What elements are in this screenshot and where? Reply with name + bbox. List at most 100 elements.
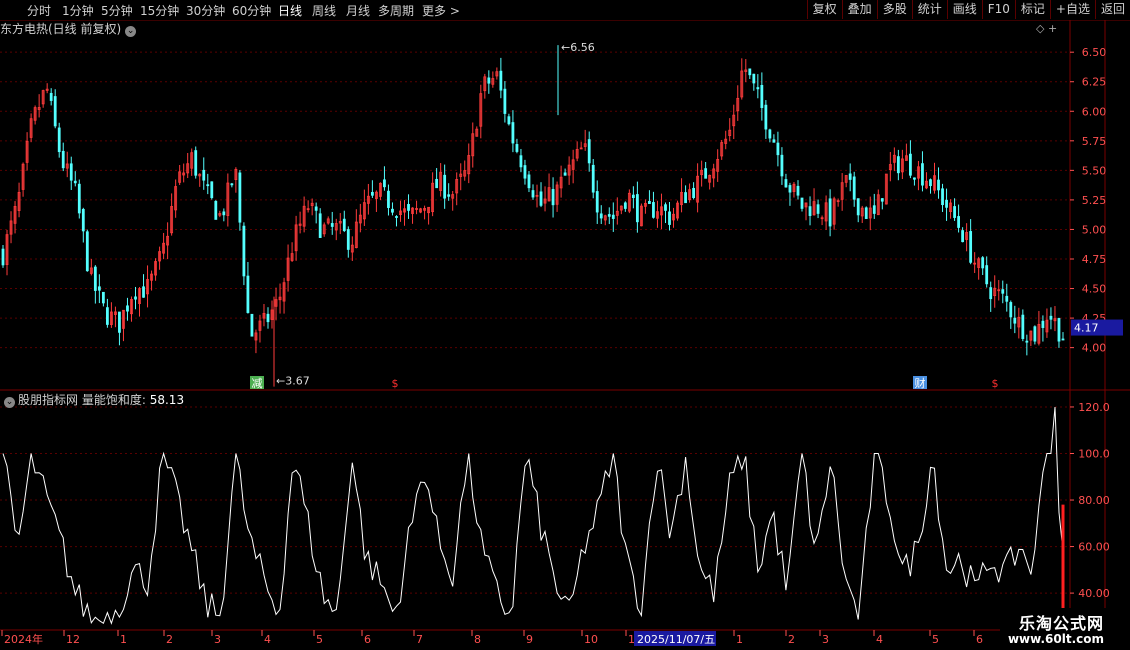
candle-body: [941, 188, 944, 206]
candle-body: [314, 206, 318, 211]
time-tick-label: 1: [120, 633, 127, 646]
price-tick-label: 5.75: [1082, 135, 1107, 148]
indicator-tick-label: 120.0: [1078, 401, 1110, 414]
candle-body: [383, 179, 386, 188]
candle-body: [848, 173, 852, 180]
time-tick-label: 12: [66, 633, 80, 646]
candle-body: [587, 139, 591, 164]
candle-body: [443, 174, 447, 199]
candle-body: [760, 85, 764, 108]
candle-body: [945, 199, 948, 208]
candle-body: [1057, 318, 1061, 342]
candle-body: [1013, 317, 1017, 324]
candle-body: [346, 229, 350, 250]
candle-body: [985, 265, 989, 285]
candle-body: [648, 200, 651, 204]
candle-body: [961, 230, 965, 243]
candle-body: [134, 296, 137, 300]
candle-body: [788, 185, 792, 193]
candle-body: [1021, 314, 1025, 339]
candle-body: [909, 153, 912, 176]
time-tick-label: 6: [976, 633, 983, 646]
candle-body: [523, 165, 527, 179]
candle-body: [391, 208, 394, 213]
price-tick-label: 4.00: [1082, 342, 1107, 355]
candle-body: [631, 194, 635, 199]
candle-body: [591, 164, 595, 193]
candle-body: [1061, 338, 1065, 341]
candle-body: [852, 176, 856, 200]
candle-body: [246, 275, 250, 313]
candle-body: [1025, 340, 1029, 343]
candle-body: [387, 190, 390, 208]
candle-body: [101, 291, 105, 304]
candle-body: [664, 204, 667, 211]
time-tick-label: 7: [416, 633, 423, 646]
indicator-value: 58.13: [149, 393, 185, 407]
time-tick-label: 2: [788, 633, 795, 646]
candle-body: [266, 313, 270, 323]
indicator-title: ⌄ 股朋指标网 量能饱和度: 58.13: [4, 393, 185, 408]
candle-body: [210, 181, 214, 199]
high-annotation: ←6.56: [561, 41, 595, 54]
candle-body: [539, 191, 543, 206]
time-tick-label: 2: [166, 633, 173, 646]
indicator-tick-label: 40.00: [1078, 587, 1110, 600]
price-tick-label: 6.50: [1082, 46, 1107, 59]
candle-body: [1001, 289, 1005, 294]
candle-body: [81, 208, 85, 232]
candle-body: [407, 204, 410, 211]
cursor-date-label: 2025/11/07/五: [637, 633, 715, 646]
candle-body: [880, 198, 884, 202]
candle-body: [49, 92, 53, 101]
candle-body: [250, 313, 254, 337]
candle-body: [957, 216, 960, 228]
time-tick-label: 5: [316, 633, 323, 646]
candle-body: [981, 257, 985, 269]
candle-body: [1, 248, 5, 266]
indicator-name: 量能饱和度: [81, 393, 142, 407]
time-tick-label: 2024年: [4, 632, 43, 646]
time-tick-label: 4: [876, 633, 883, 646]
candle-body: [515, 144, 519, 152]
candle-body: [756, 87, 760, 90]
chart-canvas[interactable]: 6.506.256.005.755.505.255.004.754.504.25…: [0, 0, 1130, 650]
event-marker: $: [992, 377, 999, 390]
price-tick-label: 5.50: [1082, 164, 1107, 177]
candle-body: [105, 307, 109, 325]
brand-name: 乐淘公式网: [1018, 614, 1104, 633]
candle-body: [93, 266, 97, 291]
candle-body: [395, 216, 398, 218]
candle-body: [1005, 295, 1009, 302]
candle-body: [202, 169, 206, 181]
candle-body: [768, 129, 772, 139]
indicator-tick-label: 100.0: [1078, 447, 1110, 460]
candle-body: [800, 197, 804, 209]
candle-body: [503, 88, 507, 114]
candle-body: [242, 225, 246, 277]
price-tick-label: 5.25: [1082, 194, 1107, 207]
price-tick-label: 4.75: [1082, 253, 1107, 266]
indicator-line: [2, 406, 1064, 625]
candle-body: [57, 127, 61, 153]
brand-watermark: 乐淘公式网 www.60lt.com: [1000, 608, 1130, 650]
candle-body: [511, 122, 515, 144]
time-tick-label: 6: [364, 633, 371, 646]
candle-body: [487, 77, 491, 84]
candle-body: [872, 205, 876, 214]
candle-body: [816, 204, 820, 214]
candle-body: [864, 207, 868, 219]
candle-body: [953, 206, 956, 218]
time-tick-label: 4: [264, 633, 271, 646]
candle-body: [126, 305, 129, 312]
candle-body: [77, 183, 81, 214]
candle-body: [652, 202, 655, 218]
candle-body: [856, 198, 860, 216]
candle-body: [238, 172, 242, 223]
candle-body: [989, 287, 993, 300]
candle-body: [214, 200, 218, 220]
chevron-down-icon[interactable]: ⌄: [4, 397, 15, 408]
candle-body: [370, 192, 374, 196]
candle-body: [752, 73, 756, 84]
candle-body: [563, 172, 567, 176]
